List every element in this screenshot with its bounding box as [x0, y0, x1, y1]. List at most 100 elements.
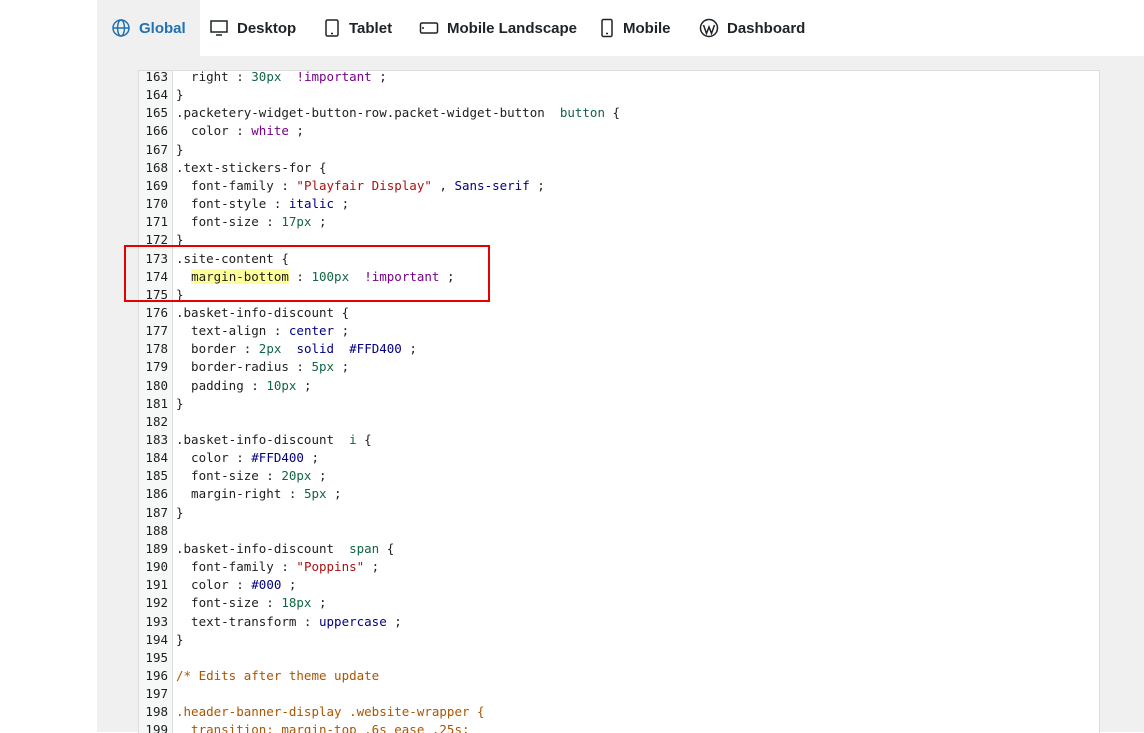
code-line[interactable]: 195: [139, 649, 1099, 667]
code-token: .basket-info-discount {: [176, 304, 350, 320]
code-token: uppercase: [319, 613, 387, 629]
code-line[interactable]: 174 margin-bottom : 100px !important ;: [139, 268, 1099, 286]
code-token: ;: [281, 577, 297, 593]
tab-mobile-landscape[interactable]: Mobile Landscape: [419, 0, 577, 56]
tab-label: Dashboard: [727, 19, 806, 37]
code-line[interactable]: 166 color : white ;: [139, 122, 1099, 140]
code-token: 5px: [311, 359, 335, 375]
code-line[interactable]: 198 .header-banner-display .website-wrapp…: [139, 703, 1099, 721]
code-line[interactable]: 197: [139, 685, 1099, 703]
code-line[interactable]: 189 .basket-info-discount span {: [139, 540, 1099, 558]
line-number: 166: [145, 123, 168, 139]
code-text: padding : 10px ;: [176, 377, 311, 395]
code-token: 30px: [251, 70, 282, 84]
code-text: .header-banner-display .website-wrapper …: [176, 703, 485, 721]
code-token: .site-content {: [176, 250, 289, 266]
code-line[interactable]: 175}: [139, 286, 1099, 304]
code-token: ;: [296, 377, 312, 393]
code-token: "Poppins": [296, 559, 365, 575]
code-token: border :: [176, 341, 259, 357]
code-text: color : #FFD400 ;: [176, 449, 319, 467]
code-line[interactable]: 169 font-family : "Playfair Display" , S…: [139, 177, 1099, 195]
tab-tablet[interactable]: Tablet: [323, 0, 392, 56]
code-line[interactable]: 191 color : #000 ;: [139, 576, 1099, 594]
code-line[interactable]: 171 font-size : 17px ;: [139, 213, 1099, 231]
code-line[interactable]: 176 .basket-info-discount {: [139, 304, 1099, 322]
code-line[interactable]: 165 .packetery-widget-button-row.packet-w…: [139, 104, 1099, 122]
line-number: 188: [145, 522, 168, 538]
code-token: !important: [364, 268, 440, 284]
code-text: .text-stickers-for {: [176, 159, 327, 177]
code-token: ;: [401, 341, 417, 357]
code-line[interactable]: 179 border-radius : 5px ;: [139, 358, 1099, 376]
code-line[interactable]: 188: [139, 522, 1099, 540]
code-text: /* Edits after theme update: [176, 667, 379, 685]
code-line[interactable]: 194}: [139, 631, 1099, 649]
code-text: font-family : "Playfair Display" , Sans-…: [176, 177, 545, 195]
code-text: text-align : center ;: [176, 322, 349, 340]
code-token: .basket-info-discount: [176, 432, 350, 447]
code-token: white: [251, 123, 289, 139]
code-line[interactable]: 177 text-align : center ;: [139, 322, 1099, 340]
code-line[interactable]: 184 color : #FFD400 ;: [139, 449, 1099, 467]
tab-global[interactable]: Global: [97, 0, 200, 56]
line-number: 189: [145, 540, 168, 556]
code-token: ;: [311, 214, 327, 230]
code-token: 100px: [311, 268, 350, 284]
code-token: }: [176, 286, 184, 302]
code-token: ;: [364, 559, 380, 575]
code-line[interactable]: 181}: [139, 395, 1099, 413]
line-number: 163: [145, 70, 168, 84]
code-line[interactable]: 170 font-style : italic ;: [139, 195, 1099, 213]
code-token: 18px: [281, 595, 312, 611]
line-number: 175: [145, 286, 168, 302]
mobile-icon: [599, 18, 615, 38]
code-text: .packetery-widget-button-row.packet-widg…: [176, 104, 620, 122]
code-text: right : 30px !important ;: [176, 70, 387, 86]
code-line[interactable]: 192 font-size : 18px ;: [139, 594, 1099, 612]
code-line[interactable]: 193 text-transform : uppercase ;: [139, 613, 1099, 631]
tab-dashboard[interactable]: Dashboard: [699, 0, 805, 56]
line-number: 172: [145, 232, 168, 248]
code-line[interactable]: 182: [139, 413, 1099, 431]
code-text: border-radius : 5px ;: [176, 358, 349, 376]
line-number: 198: [145, 704, 168, 720]
code-line[interactable]: 167}: [139, 141, 1099, 159]
code-line[interactable]: 196 /* Edits after theme update: [139, 667, 1099, 685]
code-text: text-transform : uppercase ;: [176, 613, 402, 631]
code-line[interactable]: 172}: [139, 231, 1099, 249]
code-text: .basket-info-discount {: [176, 304, 349, 322]
code-token: color :: [176, 577, 252, 593]
code-token: :: [288, 268, 312, 284]
code-text: }: [176, 395, 184, 413]
line-number: 174: [145, 268, 168, 284]
code-line[interactable]: 185 font-size : 20px ;: [139, 467, 1099, 485]
code-text: margin-right : 5px ;: [176, 485, 342, 503]
code-line[interactable]: 183 .basket-info-discount i {: [139, 431, 1099, 449]
code-editor[interactable]: 163 right : 30px !important ; 164} 165 .pac…: [138, 70, 1100, 733]
code-token: font-family :: [176, 177, 297, 193]
line-number: 170: [145, 196, 168, 212]
code-line[interactable]: 187}: [139, 504, 1099, 522]
tab-mobile[interactable]: Mobile: [599, 0, 671, 56]
code-line[interactable]: 178 border : 2px solid #FFD400 ;: [139, 340, 1099, 358]
code-line[interactable]: 190 font-family : "Poppins" ;: [139, 558, 1099, 576]
line-number: 179: [145, 359, 168, 375]
code-line[interactable]: 168 .text-stickers-for {: [139, 159, 1099, 177]
code-text: margin-bottom : 100px !important ;: [176, 268, 455, 286]
code-line[interactable]: 164}: [139, 86, 1099, 104]
line-number: 187: [145, 504, 168, 520]
code-token: "Playfair Display": [296, 177, 432, 193]
code-line[interactable]: 199 transition: margin-top .6s ease .25s…: [139, 721, 1099, 733]
code-line[interactable]: 173 .site-content {: [139, 250, 1099, 268]
code-line[interactable]: 186 margin-right : 5px ;: [139, 485, 1099, 503]
code-line[interactable]: 163 right : 30px !important ;: [139, 70, 1099, 86]
code-token: }: [176, 504, 184, 520]
line-number: 173: [145, 250, 168, 266]
code-line[interactable]: 180 padding : 10px ;: [139, 377, 1099, 395]
code-text: font-style : italic ;: [176, 195, 349, 213]
code-token: .text-stickers-for {: [176, 159, 327, 175]
code-token: border-radius :: [176, 359, 312, 375]
tab-desktop[interactable]: Desktop: [209, 0, 296, 56]
